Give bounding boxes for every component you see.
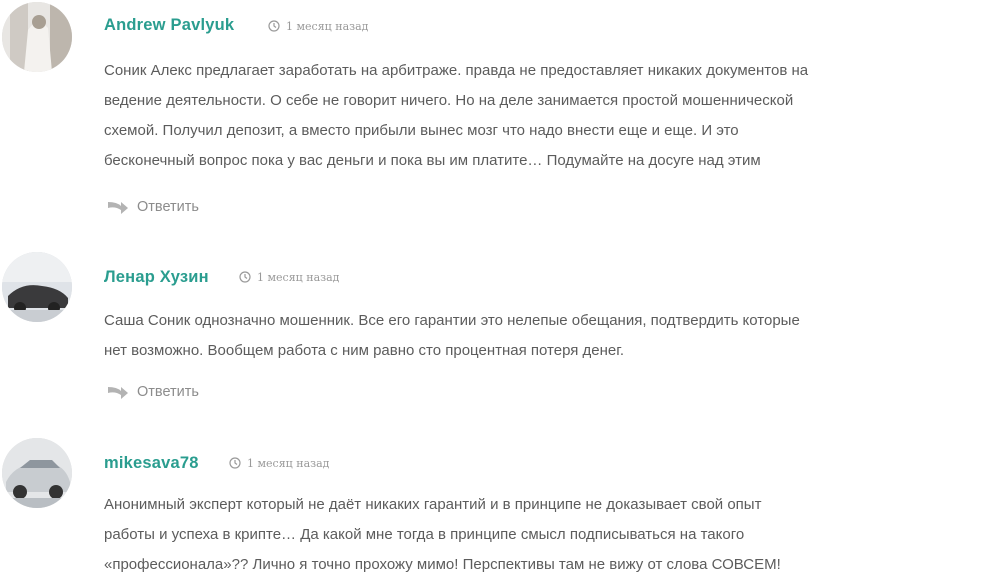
- reply-button[interactable]: Ответить: [107, 383, 199, 403]
- comment-date: 1 месяц назад: [229, 457, 329, 472]
- comment-text-line: ведение деятельности. О себе не говорит …: [104, 92, 794, 109]
- avatar[interactable]: [2, 252, 72, 322]
- comment-text: Анонимный эксперт который не даёт никаки…: [104, 490, 984, 580]
- comment-author[interactable]: Ленар Хузин: [104, 268, 209, 287]
- reply-button[interactable]: Ответить: [107, 198, 199, 218]
- comment-text-line: бесконечный вопрос пока у вас деньги и п…: [104, 152, 761, 169]
- reply-label: Ответить: [137, 199, 199, 215]
- reply-arrow-icon: [107, 198, 129, 218]
- comment-text-line: Анонимный эксперт который не даёт никаки…: [104, 496, 762, 513]
- clock-icon: [268, 20, 280, 35]
- comment-date: 1 месяц назад: [239, 271, 339, 286]
- comment-text-line: схемой. Получил депозит, а вместо прибыл…: [104, 122, 739, 139]
- reply-label: Ответить: [137, 384, 199, 400]
- comment-time: 1 месяц назад: [286, 20, 369, 33]
- clock-icon: [229, 457, 241, 472]
- comment-time: 1 месяц назад: [257, 271, 340, 284]
- comment-author[interactable]: mikesava78: [104, 454, 199, 473]
- comment-text-line: нет возможно. Вообщем работа с ним равно…: [104, 342, 625, 359]
- comment-text-line: Саша Соник однозначно мошенник. Все его …: [104, 312, 800, 329]
- avatar-photo: [2, 2, 72, 72]
- comment-text: Соник Алекс предлагает заработать на арб…: [104, 56, 984, 176]
- comment-author[interactable]: Andrew Pavlyuk: [104, 16, 234, 35]
- avatar-photo: [2, 438, 72, 508]
- avatar-photo: [2, 252, 72, 322]
- comment-text-line: «профессионала»?? Лично я точно прохожу …: [104, 556, 781, 573]
- comment-date: 1 месяц назад: [268, 20, 368, 35]
- comment-text-line: Соник Алекс предлагает заработать на арб…: [104, 62, 809, 79]
- avatar[interactable]: [2, 2, 72, 72]
- reply-arrow-icon: [107, 383, 129, 403]
- clock-icon: [239, 271, 251, 286]
- comment-text-line: работы и успеха в крипте… Да какой мне т…: [104, 526, 745, 543]
- comment-text: Саша Соник однозначно мошенник. Все его …: [104, 306, 984, 366]
- avatar[interactable]: [2, 438, 72, 508]
- comment-time: 1 месяц назад: [247, 457, 330, 470]
